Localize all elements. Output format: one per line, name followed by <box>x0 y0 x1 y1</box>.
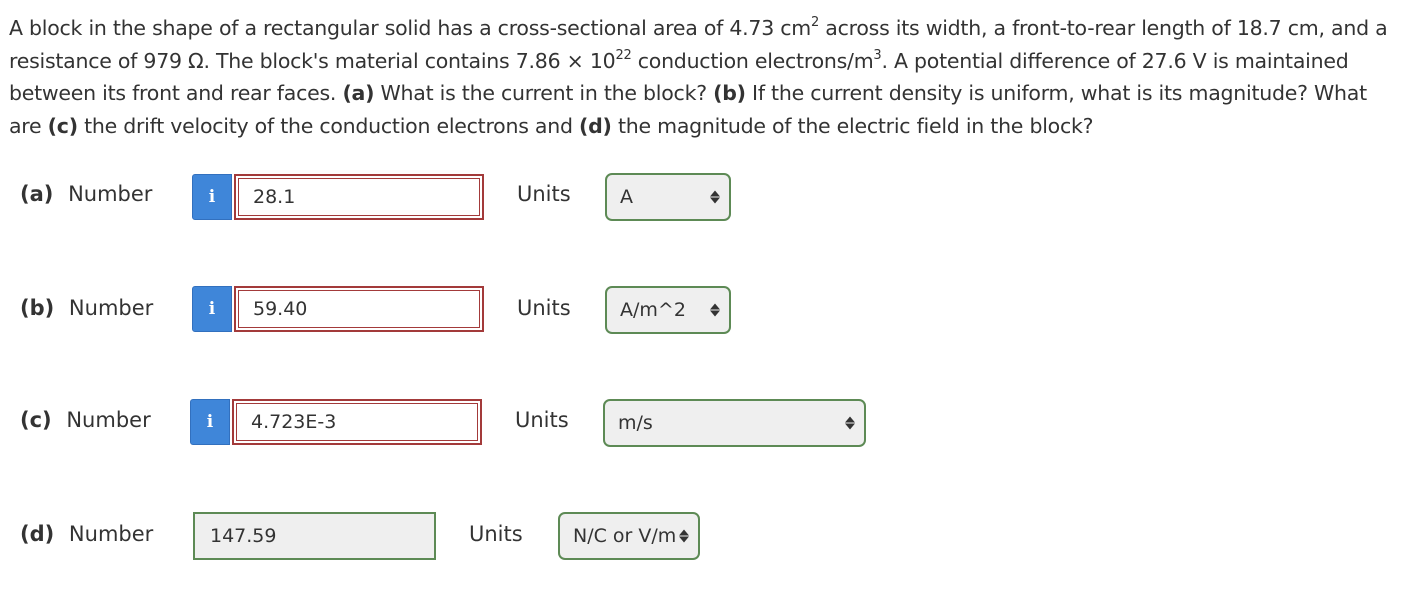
answer-input-b[interactable]: 59.40 <box>234 286 484 332</box>
units-label: Units <box>517 182 571 206</box>
unit-select-a[interactable]: A <box>605 173 731 221</box>
part-b-label: (b) Number <box>20 296 154 320</box>
units-label: Units <box>517 296 571 320</box>
unit-value-b: A/m^2 <box>620 299 686 321</box>
unit-select-c[interactable]: m/s <box>603 399 866 447</box>
select-arrows-icon <box>845 416 855 430</box>
units-label: Units <box>469 522 523 546</box>
answer-value-b[interactable]: 59.40 <box>238 290 480 328</box>
part-c-label: (c) Number <box>20 408 151 432</box>
unit-value-a: A <box>620 186 633 208</box>
select-arrows-icon <box>710 190 720 204</box>
answer-input-a[interactable]: 28.1 <box>234 174 484 220</box>
answer-input-c[interactable]: 4.723E-3 <box>232 399 482 445</box>
part-d-label: (d) Number <box>20 522 154 546</box>
select-arrows-icon <box>710 303 720 317</box>
unit-select-b[interactable]: A/m^2 <box>605 286 731 334</box>
question-text: A block in the shape of a rectangular so… <box>9 15 1388 138</box>
units-label: Units <box>515 408 569 432</box>
unit-value-c: m/s <box>618 412 653 434</box>
answer-input-d[interactable]: 147.59 <box>193 512 436 560</box>
select-arrows-icon <box>679 529 689 543</box>
info-icon[interactable]: i <box>192 286 232 332</box>
info-icon[interactable]: i <box>192 174 232 220</box>
part-a-label: (a) Number <box>20 182 153 206</box>
answer-value-c[interactable]: 4.723E-3 <box>236 403 478 441</box>
answer-value-a[interactable]: 28.1 <box>238 178 480 216</box>
unit-value-d: N/C or V/m <box>573 525 677 547</box>
info-icon[interactable]: i <box>190 399 230 445</box>
unit-select-d[interactable]: N/C or V/m <box>558 512 700 560</box>
